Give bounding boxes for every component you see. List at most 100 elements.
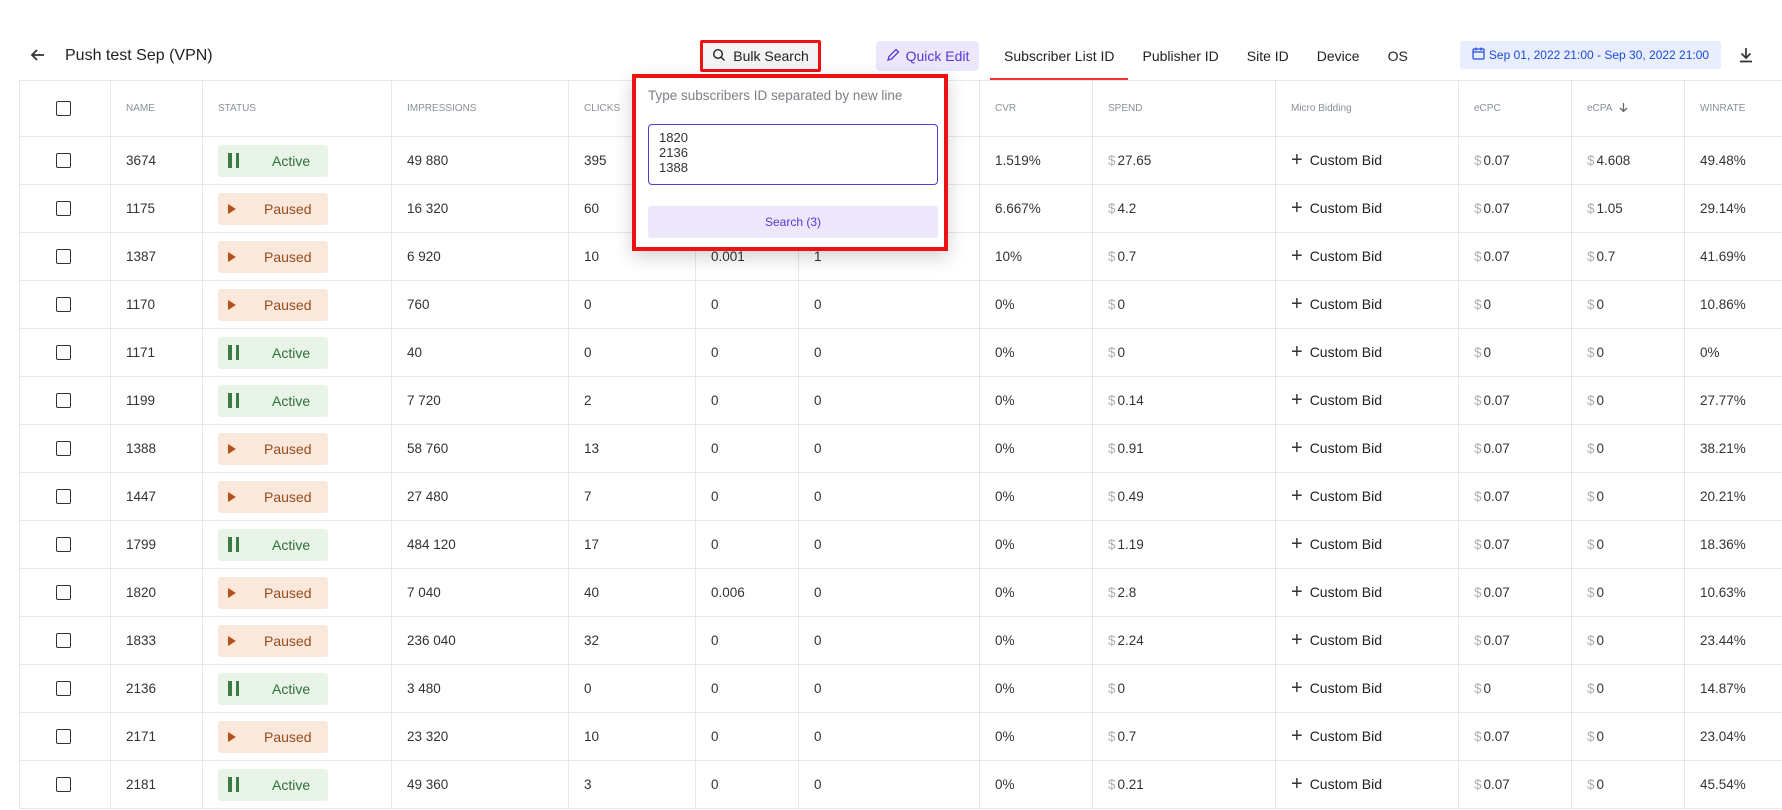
table-row[interactable]: 1199 Active 7 720 2 0 0 0% $0.14 + Custom Bid $0.0… [19,376,1782,425]
status-badge[interactable]: Paused [218,240,328,273]
column-header-spend[interactable]: SPEND [1092,80,1276,137]
tab-os[interactable]: OS [1374,36,1422,80]
table-row[interactable]: 1820 Paused 7 040 40 0.006 0 0% $2.8 + Custom Bid… [19,568,1782,617]
row-checkbox[interactable] [56,153,71,169]
impressions-cell: 49 880 [391,136,569,185]
status-badge[interactable]: Active [218,336,328,369]
status-badge[interactable]: Paused [218,624,328,657]
custom-bid-button[interactable]: + Custom Bid [1291,294,1382,314]
status-badge[interactable]: Active [218,768,328,801]
ecpa-cell: $0 [1571,568,1685,617]
ecpc-cell: $0 [1458,280,1572,329]
column-header-cvr[interactable]: CVR [979,80,1093,137]
row-checkbox[interactable] [56,489,71,505]
micro-bidding-cell: + Custom Bid [1275,376,1459,425]
tab-subscriber-list-id[interactable]: Subscriber List ID [990,36,1129,80]
table-row[interactable]: 1388 Paused 58 760 13 0 0 0% $0.91 + Custom Bid $0… [19,424,1782,473]
row-checkbox[interactable] [56,441,71,457]
custom-bid-label: Custom Bid [1309,632,1383,648]
row-checkbox[interactable] [56,681,71,697]
pause-icon [228,681,254,696]
column-header-status[interactable]: STATUS [202,80,392,137]
ecpc-value: 0.07 [1483,249,1510,264]
row-checkbox[interactable] [56,249,71,265]
custom-bid-button[interactable]: + Custom Bid [1291,246,1382,266]
custom-bid-button[interactable]: + Custom Bid [1291,390,1382,410]
tab-site-id[interactable]: Site ID [1233,36,1303,80]
back-arrow-icon[interactable] [28,45,48,65]
column-header-impressions[interactable]: IMPRESSIONS [391,80,569,137]
winrate-cell: 10.63% [1684,568,1782,617]
row-checkbox[interactable] [56,393,71,409]
table-row[interactable]: 1833 Paused 236 040 32 0 0 0% $2.24 + Custom Bid $… [19,616,1782,665]
status-badge[interactable]: Active [218,672,328,705]
winrate-value: 20.21% [1700,489,1746,504]
ecpc-cell: $0.07 [1458,136,1572,185]
status-label: Active [272,152,311,169]
custom-bid-label: Custom Bid [1309,440,1383,456]
spend-cell: $27.65 [1092,136,1276,185]
table-row[interactable]: 1799 Active 484 120 17 0 0 0% $1.19 + Custom Bid $… [19,520,1782,569]
status-badge[interactable]: Paused [218,192,328,225]
table-row[interactable]: 1447 Paused 27 480 7 0 0 0% $0.49 + Custom Bid $0.… [19,472,1782,521]
custom-bid-button[interactable]: + Custom Bid [1291,486,1382,506]
column-header-ecpc[interactable]: eCPC [1458,80,1572,137]
custom-bid-button[interactable]: + Custom Bid [1291,150,1382,170]
table-row[interactable]: 2136 Active 3 480 0 0 0 0% $0 + Custom Bid $0 $0 14.… [19,664,1782,713]
custom-bid-button[interactable]: + Custom Bid [1291,726,1382,746]
row-checkbox[interactable] [56,729,71,745]
bulk-search-button[interactable]: Bulk Search [700,40,821,72]
name-cell: 1171 [110,328,203,377]
column-header-winrate[interactable]: WINRATE [1684,80,1782,137]
spend-cell: $0 [1092,280,1276,329]
row-checkbox[interactable] [56,537,71,553]
status-label: Active [272,776,311,793]
status-badge[interactable]: Paused [218,720,328,753]
custom-bid-button[interactable]: + Custom Bid [1291,774,1382,794]
row-checkbox[interactable] [56,297,71,313]
table-row[interactable]: 1171 Active 40 0 0 0 0% $0 + Custom Bid $0 $0 0% [19,328,1782,377]
bulk-search-submit-button[interactable]: Search (3) [648,206,938,238]
custom-bid-button[interactable]: + Custom Bid [1291,582,1382,602]
row-checkbox[interactable] [56,345,71,361]
row-checkbox[interactable] [56,777,71,793]
row-checkbox[interactable] [56,633,71,649]
spend-value: 0.7 [1117,729,1137,744]
custom-bid-button[interactable]: + Custom Bid [1291,198,1382,218]
custom-bid-button[interactable]: + Custom Bid [1291,630,1383,650]
table-row[interactable]: 2171 Paused 23 320 10 0 0 0% $0.7 + Custom Bid $0.… [19,712,1782,761]
impressions-value: 16 320 [407,201,449,216]
subscriber-ids-textarea[interactable] [648,124,938,185]
quick-edit-button[interactable]: Quick Edit [876,41,979,71]
status-badge[interactable]: Active [218,384,328,417]
column-header-name[interactable]: NAME [110,80,203,137]
row-checkbox[interactable] [56,585,71,601]
column-header-micro-bidding[interactable]: Micro Bidding [1275,80,1459,137]
status-badge[interactable]: Active [218,144,328,177]
tab-device[interactable]: Device [1303,36,1374,80]
ecpa-header-label: eCPA [1587,102,1613,114]
column-header-ecpa[interactable]: eCPA [1571,80,1685,137]
custom-bid-button[interactable]: + Custom Bid [1291,678,1382,698]
status-cell: Active [202,760,392,809]
custom-bid-button[interactable]: + Custom Bid [1291,438,1383,458]
date-range-picker[interactable]: Sep 01, 2022 21:00 - Sep 30, 2022 21:00 [1460,41,1721,69]
custom-bid-button[interactable]: + Custom Bid [1291,534,1382,554]
row-checkbox[interactable] [56,201,71,217]
row-select-cell [19,760,111,809]
select-all-checkbox[interactable] [56,101,71,116]
table-row[interactable]: 2181 Active 49 360 3 0 0 0% $0.21 + Custom Bid $0.… [19,760,1782,809]
status-badge[interactable]: Paused [218,432,328,465]
status-badge[interactable]: Paused [218,480,328,513]
row-select-cell [19,280,111,329]
custom-bid-button[interactable]: + Custom Bid [1291,342,1382,362]
ecpc-value: 0 [1483,345,1492,360]
status-badge[interactable]: Paused [218,288,328,321]
status-badge[interactable]: Paused [218,576,328,609]
status-badge[interactable]: Active [218,528,328,561]
tab-publisher-id[interactable]: Publisher ID [1128,36,1232,80]
download-icon[interactable] [1737,46,1757,66]
dollar-sign: $ [1108,249,1116,264]
status-cell: Paused [202,280,392,329]
table-row[interactable]: 1170 Paused 760 0 0 0 0% $0 + Custom Bid $0 $0 10.86… [19,280,1782,329]
